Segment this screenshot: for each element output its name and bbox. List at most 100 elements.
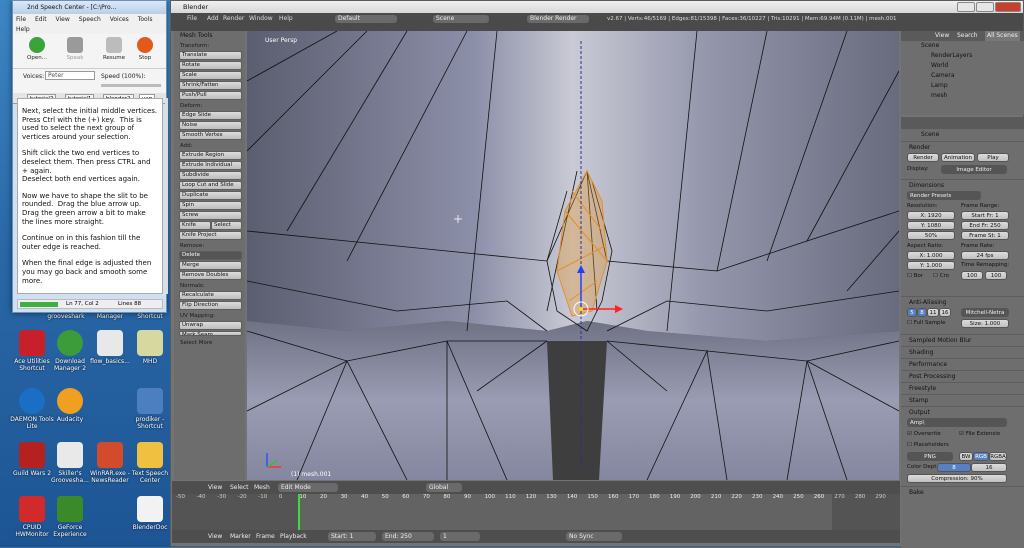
- full-sample-checkbox[interactable]: ☐ Full Sample: [907, 320, 945, 326]
- outliner-row-mesh[interactable]: mesh: [901, 91, 1024, 101]
- maximize-button[interactable]: [976, 2, 994, 12]
- shading-panel[interactable]: Shading: [901, 346, 1024, 358]
- 3d-viewport[interactable]: User Persp (1) mesh.001: [247, 31, 899, 480]
- menu-voices[interactable]: Voices: [110, 16, 129, 23]
- compression-slider[interactable]: Compression: 90%: [907, 474, 1007, 483]
- menu-add[interactable]: Add: [207, 13, 219, 25]
- menu-file[interactable]: File: [16, 16, 26, 23]
- resolution-percent-slider[interactable]: 50%: [907, 231, 955, 240]
- speech-title-bar[interactable]: 2nd Speech Center - [C:\Pro...: [13, 1, 166, 14]
- output-panel-header[interactable]: Output: [901, 406, 1024, 418]
- timeline-menu-frame[interactable]: Frame: [256, 532, 275, 541]
- remove-doubles-button[interactable]: Remove Doubles: [179, 271, 242, 280]
- color-depth-8[interactable]: 8: [937, 463, 971, 472]
- outliner-filter-select[interactable]: All Scenes: [985, 31, 1020, 41]
- remap-old-field[interactable]: 100: [961, 271, 983, 280]
- aa-filter-select[interactable]: Mitchell-Netra: [961, 308, 1009, 317]
- placeholders-checkbox[interactable]: ☐ Placeholders: [907, 442, 949, 448]
- render-presets-select[interactable]: Render Presets: [907, 191, 981, 200]
- screw-button[interactable]: Screw: [179, 211, 242, 220]
- extrude-individual-button[interactable]: Extrude Individual: [179, 161, 242, 170]
- blender-title-bar[interactable]: Blender: [171, 1, 1023, 13]
- outliner-search-menu[interactable]: Search: [957, 31, 978, 41]
- render-engine-select[interactable]: Blender Render: [527, 15, 589, 23]
- play-button[interactable]: Play: [977, 153, 1009, 162]
- post-processing-panel[interactable]: Post Processing: [901, 370, 1024, 382]
- push-pull-button[interactable]: Push/Pull: [179, 91, 242, 100]
- desktop-icon-geforce[interactable]: GeForce Experience: [46, 496, 94, 538]
- aa-samples-11[interactable]: 11: [927, 308, 939, 317]
- edge-slide-button[interactable]: Edge Slide: [179, 111, 242, 120]
- timeline[interactable]: -50 -40 -30 -20 -10 0 10 20 30 40 50 60 70 80 90 100 110…: [172, 494, 900, 530]
- aa-samples-16[interactable]: 16: [939, 308, 951, 317]
- menu-tools[interactable]: Tools: [138, 16, 153, 23]
- speech-text-editor[interactable]: Next, select the initial middle vertices…: [17, 98, 163, 294]
- bake-panel[interactable]: Bake: [901, 486, 1024, 498]
- menu-edit[interactable]: Edit: [35, 16, 47, 23]
- text-scrollbar[interactable]: [165, 98, 168, 294]
- border-checkbox[interactable]: ☐ Bor: [907, 273, 923, 279]
- knife-button[interactable]: Knife: [179, 221, 211, 230]
- delete-button[interactable]: Delete: [179, 251, 242, 260]
- display-select[interactable]: Image Editor: [941, 165, 1007, 174]
- color-rgba[interactable]: RGBA: [989, 452, 1007, 461]
- viewport-menu-mesh[interactable]: Mesh: [254, 483, 270, 492]
- end-frame-field[interactable]: End Fr: 250: [961, 221, 1009, 230]
- orientation-select[interactable]: Global: [426, 483, 462, 492]
- desktop-icon-blenderdoc[interactable]: BlenderDoc: [126, 496, 174, 531]
- color-depth-16[interactable]: 16: [971, 463, 1007, 472]
- render-panel-header[interactable]: Render: [901, 141, 1024, 153]
- menu-window[interactable]: Window: [249, 13, 273, 25]
- extrude-region-button[interactable]: Extrude Region: [179, 151, 242, 160]
- outliner-row-renderlayers[interactable]: RenderLayers: [901, 51, 1024, 61]
- stop-button[interactable]: Stop: [131, 36, 159, 61]
- desktop-icon-prodiker[interactable]: prodiker - Shortcut: [126, 388, 174, 430]
- aa-samples-8[interactable]: 8: [917, 308, 927, 317]
- speed-slider[interactable]: [101, 84, 161, 87]
- output-path-field[interactable]: Amp\: [907, 418, 1007, 427]
- resume-button[interactable]: Resume: [100, 36, 128, 61]
- timeline-menu-marker[interactable]: Marker: [230, 532, 251, 541]
- shrink-fatten-button[interactable]: Shrink/Fatten: [179, 81, 242, 90]
- filter-size-field[interactable]: Size: 1.000: [961, 319, 1009, 328]
- smooth-vertex-button[interactable]: Smooth Vertex: [179, 131, 242, 140]
- knife-project-button[interactable]: Knife Project: [179, 231, 242, 240]
- outliner-row-camera[interactable]: Camera: [901, 71, 1024, 81]
- recalculate-button[interactable]: Recalculate: [179, 291, 242, 300]
- frame-step-field[interactable]: Frame St: 1: [961, 231, 1009, 240]
- translate-button[interactable]: Translate: [179, 51, 242, 60]
- menu-file[interactable]: File: [187, 13, 197, 25]
- overwrite-checkbox[interactable]: ☑ Overwrite: [907, 431, 941, 437]
- outliner-row-world[interactable]: World: [901, 61, 1024, 71]
- mode-select[interactable]: Edit Mode: [278, 483, 338, 492]
- dimensions-panel-header[interactable]: Dimensions: [901, 179, 1024, 191]
- layout-select[interactable]: Default: [335, 15, 397, 23]
- duplicate-button[interactable]: Duplicate: [179, 191, 242, 200]
- menu-render[interactable]: Render: [223, 13, 244, 25]
- select-more-panel[interactable]: Select More: [174, 339, 245, 347]
- rotate-button[interactable]: Rotate: [179, 61, 242, 70]
- animation-button[interactable]: Animation: [941, 153, 975, 162]
- outliner-row-lamp[interactable]: Lamp: [901, 81, 1024, 91]
- start-frame-field[interactable]: Start Fr: 1: [961, 211, 1009, 220]
- noise-button[interactable]: Noise: [179, 121, 242, 130]
- resolution-x-field[interactable]: X: 1920: [907, 211, 955, 220]
- flip-direction-button[interactable]: Flip Direction: [179, 301, 242, 310]
- tool-shelf-header[interactable]: Mesh Tools: [174, 31, 245, 40]
- merge-button[interactable]: Merge: [179, 261, 242, 270]
- timeline-menu-playback[interactable]: Playback: [280, 532, 307, 541]
- menu-speech[interactable]: Speech: [79, 16, 101, 23]
- menu-help[interactable]: Help: [16, 26, 30, 33]
- desktop-icon-text-speech-center[interactable]: Text Speech Center: [126, 442, 174, 484]
- close-button[interactable]: [995, 2, 1021, 12]
- file-format-select[interactable]: PNG: [907, 452, 953, 461]
- minimize-button[interactable]: [957, 2, 975, 12]
- mark-seam-button[interactable]: Mark Seam: [179, 331, 242, 336]
- color-bw[interactable]: BW: [959, 452, 973, 461]
- stamp-panel[interactable]: Stamp: [901, 394, 1024, 406]
- playhead[interactable]: [298, 494, 300, 530]
- sampled-motion-blur-panel[interactable]: Sampled Motion Blur: [901, 334, 1024, 346]
- subdivide-button[interactable]: Subdivide: [179, 171, 242, 180]
- spin-button[interactable]: Spin: [179, 201, 242, 210]
- knife-select-button[interactable]: Select: [211, 221, 242, 230]
